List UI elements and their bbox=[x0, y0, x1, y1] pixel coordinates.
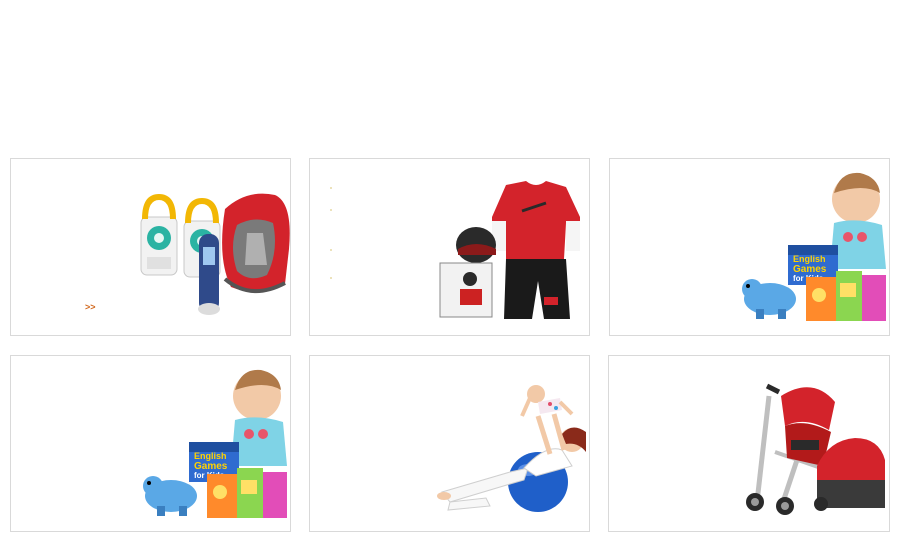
kids-clothing-image bbox=[439, 181, 580, 319]
product-card-mother-baby-exercise[interactable] bbox=[309, 355, 590, 532]
product-card-kids-clothing[interactable] bbox=[309, 158, 590, 336]
baby-monitor-car-seat-image bbox=[140, 193, 290, 315]
svg-text:English: English bbox=[194, 451, 227, 461]
product-card-baby-learning-toys-2[interactable]: English Games for Kids bbox=[10, 355, 291, 532]
baby-stroller-image bbox=[746, 383, 885, 515]
svg-text:English: English bbox=[793, 254, 826, 264]
product-card-baby-stroller[interactable] bbox=[608, 355, 890, 532]
mother-baby-exercise-image bbox=[437, 385, 586, 512]
baby-learning-toys-image: English Games for Kids bbox=[143, 369, 287, 518]
product-card-baby-learning-toys[interactable]: English Games for Kids bbox=[609, 158, 890, 336]
baby-learning-toys-image: English Games for Kids bbox=[742, 172, 886, 321]
more-link[interactable]: >> bbox=[85, 302, 96, 312]
product-card-baby-monitor-car-seat[interactable]: >> bbox=[10, 158, 291, 336]
